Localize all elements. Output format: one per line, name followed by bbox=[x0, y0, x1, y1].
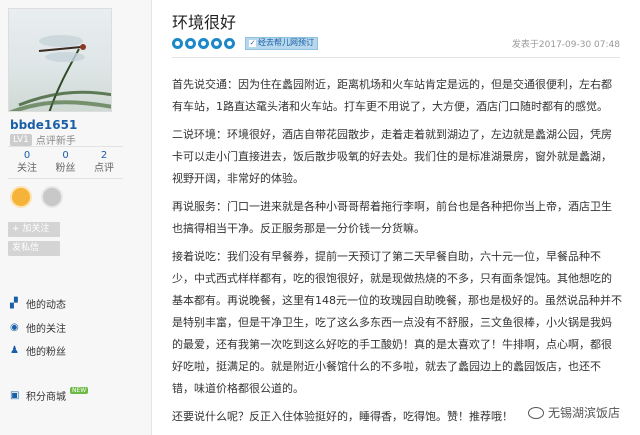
nav-fans[interactable]: ♟ 他的粉丝 bbox=[10, 343, 66, 358]
username[interactable]: bbde1651 bbox=[10, 118, 77, 132]
nav-fans-label: 他的粉丝 bbox=[26, 347, 66, 358]
star-icon bbox=[198, 37, 209, 49]
stat-following-label: 关注 bbox=[17, 163, 37, 174]
check-icon: ✓ bbox=[249, 38, 256, 47]
medal-badge-icon[interactable] bbox=[41, 186, 63, 208]
stat-reviews[interactable]: 2 点评 bbox=[85, 150, 123, 175]
nav-dynamic[interactable]: ▞ 他的动态 bbox=[10, 296, 66, 311]
post-time: 发表于2017-09-30 07:48 bbox=[511, 39, 620, 50]
follow-button[interactable]: + 加关注 bbox=[8, 222, 60, 237]
review-paragraph: 接着说吃：我们没有早餐券，提前一天预订了第二天早餐自助，六十元一位，早餐品种不少… bbox=[172, 250, 622, 395]
star-icon bbox=[185, 37, 196, 49]
review-main: 环境很好 ✓ 经去帮儿网预订 发表于2017-09-30 07:48 首先说交通… bbox=[152, 0, 640, 435]
nav-store-label: 积分商城 bbox=[26, 392, 66, 403]
level-badge: LV1 bbox=[10, 133, 32, 146]
message-button[interactable]: 发私信 bbox=[8, 241, 60, 256]
stat-following-count: 0 bbox=[23, 150, 31, 161]
nav-dynamic-label: 他的动态 bbox=[26, 300, 66, 311]
review-body: 首先说交通：因为住在蠡园附近，距离机场和火车站肯定是远的，但是交通很便利，左右都… bbox=[172, 74, 622, 434]
user-stats: 0 关注 0 粉丝 2 点评 bbox=[8, 146, 123, 179]
phone-badge-icon[interactable] bbox=[10, 186, 32, 208]
new-tag: NEW bbox=[70, 387, 89, 394]
star-icon bbox=[172, 37, 183, 49]
user-icon: ♟ bbox=[10, 344, 19, 356]
trip-tag-label: 经去帮儿网预订 bbox=[258, 38, 314, 47]
watermark: 无锡湖滨饭店 bbox=[527, 404, 620, 421]
stat-fans-label: 粉丝 bbox=[55, 163, 76, 174]
stat-reviews-label: 点评 bbox=[94, 163, 114, 174]
review-paragraph: 再说服务：门口一进来就是各种小哥哥帮着拖行李啊，前台也是各种把你当上帝，酒店卫生… bbox=[172, 200, 612, 235]
review-meta: ✓ 经去帮儿网预订 发表于2017-09-30 07:48 bbox=[172, 36, 620, 50]
stat-reviews-count: 2 bbox=[100, 150, 108, 161]
dynamic-icon: ▞ bbox=[10, 297, 18, 309]
rating-stars bbox=[172, 37, 235, 49]
stat-fans[interactable]: 0 粉丝 bbox=[47, 150, 85, 175]
wechat-icon bbox=[527, 406, 544, 419]
level-name: 点评新手 bbox=[35, 136, 76, 147]
user-sidebar: bbde1651 LV1 点评新手 0 关注 0 粉丝 2 点评 + 加关注 发… bbox=[0, 0, 152, 435]
review-title: 环境很好 bbox=[172, 13, 237, 32]
user-badges bbox=[10, 186, 63, 208]
watermark-text: 无锡湖滨饭店 bbox=[547, 406, 620, 420]
divider bbox=[172, 57, 620, 58]
nav-following[interactable]: ◉ 他的关注 bbox=[10, 320, 66, 335]
nav-store[interactable]: ▣ 积分商城 NEW bbox=[10, 387, 89, 403]
avatar[interactable] bbox=[8, 8, 112, 112]
user-level: LV1 点评新手 bbox=[10, 132, 76, 147]
review-paragraph: 二说环境：环境很好，酒店自带花园散步，走着走着就到湖边了，左边就是蠡湖公园，凭房… bbox=[172, 128, 612, 185]
trip-tag[interactable]: ✓ 经去帮儿网预订 bbox=[245, 36, 318, 50]
stat-following[interactable]: 0 关注 bbox=[8, 150, 46, 175]
stat-fans-count: 0 bbox=[62, 150, 69, 161]
star-icon bbox=[224, 37, 235, 49]
dragonfly-avatar-image bbox=[9, 35, 111, 111]
gift-icon: ▣ bbox=[10, 389, 20, 401]
nav-following-label: 他的关注 bbox=[26, 324, 66, 335]
eye-icon: ◉ bbox=[10, 321, 19, 333]
review-paragraph: 首先说交通：因为住在蠡园附近，距离机场和火车站肯定是远的，但是交通很便利，左右都… bbox=[172, 78, 612, 113]
star-icon bbox=[211, 37, 222, 49]
